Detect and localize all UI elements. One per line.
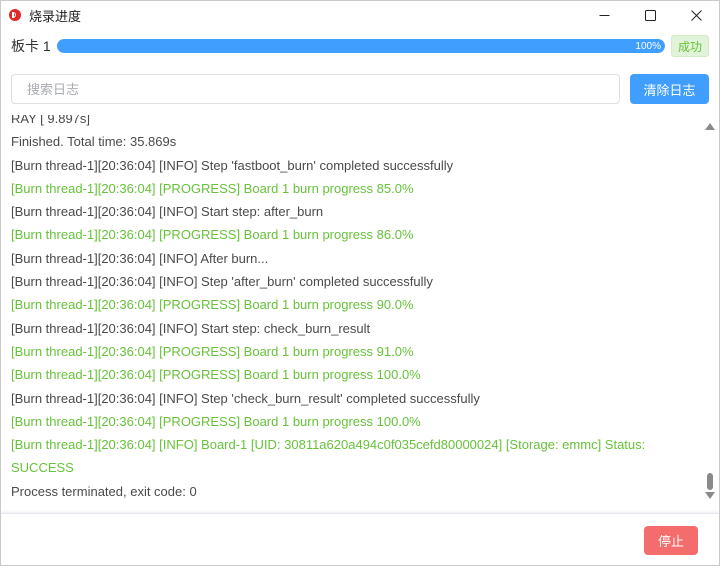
burn-progress-window: 烧录进度 板卡 1 100% 成功 清除日志 RAY [ 9.897s] Fini… — [0, 0, 720, 566]
board-label: 板卡 1 — [11, 38, 51, 54]
board-progress-text: 100% — [635, 40, 661, 52]
log-line: RAY [ 9.897s] — [11, 115, 91, 126]
log-line: [Burn thread-1][20:36:04] [PROGRESS] Boa… — [11, 297, 414, 313]
log-line: [Burn thread-1][20:36:04] [PROGRESS] Boa… — [11, 227, 414, 243]
log-line: [Burn thread-1][20:36:04] [PROGRESS] Boa… — [11, 367, 421, 383]
maximize-button[interactable] — [627, 1, 673, 29]
window-title: 烧录进度 — [29, 8, 82, 24]
footer-bar: 停止 — [1, 513, 719, 565]
board-progress-row: 板卡 1 100% 成功 — [1, 29, 719, 63]
title-bar: 烧录进度 — [1, 1, 719, 29]
scroll-up-icon[interactable] — [705, 123, 715, 130]
search-input[interactable] — [11, 74, 620, 104]
log-line: [Burn thread-1][20:36:04] [INFO] Start s… — [11, 320, 371, 336]
log-line: [Burn thread-1][20:36:04] [PROGRESS] Boa… — [11, 413, 421, 429]
minimize-button[interactable] — [581, 1, 627, 29]
log-line: [Burn thread-1][20:36:04] [INFO] Board-1… — [11, 437, 649, 476]
status-badge: 成功 — [670, 35, 709, 57]
clear-log-button[interactable]: 清除日志 — [630, 74, 709, 104]
app-logo-icon — [9, 9, 21, 21]
log-line: [Burn thread-1][20:36:04] [INFO] Step 'c… — [11, 390, 480, 406]
log-line: Finished. Total time: 35.869s — [11, 134, 177, 150]
board-progress-bar: 100% — [57, 39, 665, 53]
log-panel[interactable]: RAY [ 9.897s] Finished. Total time: 35.86… — [1, 115, 719, 513]
maximize-icon — [644, 9, 656, 21]
log-line: [Burn thread-1][20:36:04] [INFO] After b… — [11, 250, 269, 266]
close-icon — [690, 9, 702, 21]
window-controls — [581, 1, 719, 29]
log-line: Process terminated, exit code: 0 — [11, 483, 197, 499]
stop-button[interactable]: 停止 — [644, 526, 698, 555]
scroll-thumb[interactable] — [707, 473, 713, 490]
log-line: [Burn thread-1][20:36:04] [INFO] Step 'a… — [11, 274, 433, 290]
minimize-icon — [599, 14, 609, 16]
scroll-down-icon[interactable] — [705, 492, 715, 499]
board-progress-fill: 100% — [57, 39, 665, 53]
log-line: [Burn thread-1][20:36:04] [INFO] Step 'f… — [11, 157, 454, 173]
close-button[interactable] — [673, 1, 719, 29]
log-line: [Burn thread-1][20:36:04] [INFO] Start s… — [11, 204, 324, 220]
log-list: RAY [ 9.897s] Finished. Total time: 35.86… — [11, 115, 693, 503]
log-line: [Burn thread-1][20:36:04] [PROGRESS] Boa… — [11, 180, 414, 196]
search-row: 清除日志 — [1, 63, 719, 116]
log-line: [Burn thread-1][20:36:04] [PROGRESS] Boa… — [11, 343, 414, 359]
log-scrollbar[interactable] — [701, 115, 719, 513]
